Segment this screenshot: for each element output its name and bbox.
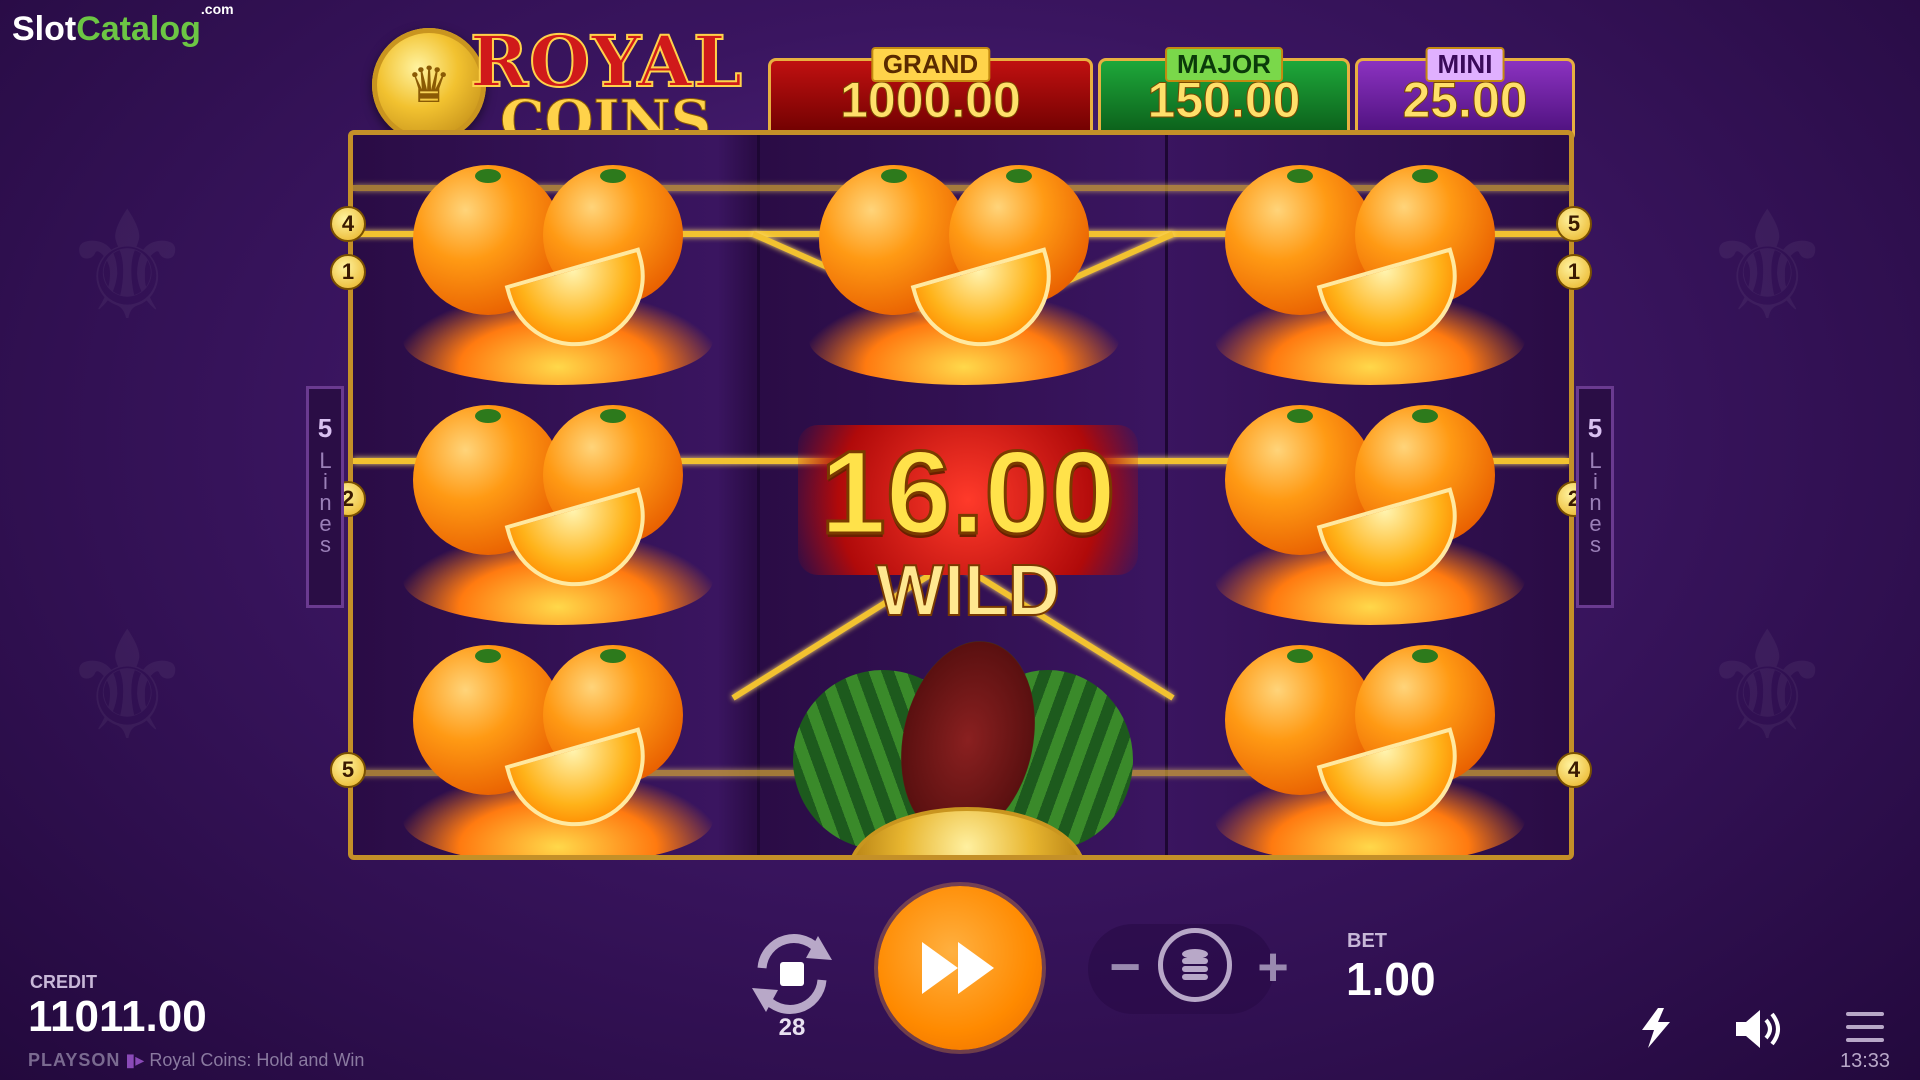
lightning-icon[interactable] — [1638, 1008, 1674, 1048]
provider-logo: PLAYSON — [28, 1050, 121, 1070]
orange-symbol — [1205, 635, 1535, 855]
orange-symbol — [393, 395, 723, 625]
jackpot-grand-label: GRAND — [870, 47, 991, 82]
fast-forward-icon — [922, 942, 994, 994]
speaker-icon[interactable] — [1734, 1008, 1788, 1050]
credit-value: 11011.00 — [28, 992, 207, 1041]
game-title: Royal Coins: Hold and Win — [149, 1050, 365, 1070]
autoplay-count: 28 — [778, 1014, 806, 1041]
jackpot-mini-label: MINI — [1425, 47, 1505, 82]
bet-control: − + — [1088, 924, 1289, 1014]
coin-stack-icon[interactable] — [1158, 928, 1232, 1002]
bet-label: BET — [1347, 930, 1387, 952]
footer-game-info: PLAYSON ▮▸ Royal Coins: Hold and Win — [28, 1050, 364, 1071]
reels-grid: 16.00 WILD — [348, 130, 1574, 860]
line-marker-right: 1 — [1556, 254, 1592, 290]
fleur-de-lis-decoration: ⚜ — [60, 180, 195, 354]
bet-value: 1.00 — [1346, 953, 1436, 1005]
crown-icon: ♛ — [372, 28, 486, 142]
line-marker-left: 5 — [330, 752, 366, 788]
fleur-de-lis-decoration: ⚜ — [1700, 180, 1835, 354]
wild-symbol: 16.00 WILD — [778, 405, 1158, 632]
autoplay-stop-icon — [752, 934, 832, 1014]
lines-count-tab-right: 5 Lines — [1576, 386, 1614, 608]
jackpot-major-label: MAJOR — [1165, 47, 1283, 82]
wild-label: WILD — [875, 550, 1061, 632]
line-marker-left: 1 — [330, 254, 366, 290]
autoplay-stop-button[interactable] — [740, 922, 844, 1026]
bet-decrease-button[interactable]: − — [1102, 940, 1148, 996]
hamburger-menu-icon[interactable] — [1846, 1012, 1884, 1042]
provider-mark-icon: ▮▸ — [125, 1050, 145, 1070]
reel-divider — [1165, 135, 1168, 855]
line-marker-left: 4 — [330, 206, 366, 242]
bet-increase-button[interactable]: + — [1250, 940, 1296, 996]
orange-symbol — [393, 635, 723, 855]
win-amount: 16.00 — [819, 426, 1117, 561]
orange-symbol — [1205, 155, 1535, 385]
line-marker-right: 4 — [1556, 752, 1592, 788]
fleur-de-lis-decoration: ⚜ — [60, 600, 195, 774]
credit-label: CREDIT — [30, 972, 97, 992]
spin-button[interactable] — [878, 886, 1042, 1050]
fleur-de-lis-decoration: ⚜ — [1700, 600, 1835, 774]
clock: 13:33 — [1840, 1050, 1891, 1072]
orange-symbol — [1205, 395, 1535, 625]
orange-symbol — [799, 155, 1129, 385]
reel-divider — [757, 135, 760, 855]
lines-count-tab-left: 5 Lines — [306, 386, 344, 608]
line-marker-right: 5 — [1556, 206, 1592, 242]
slotcatalog-watermark: SlotCatalog.com — [12, 0, 234, 48]
orange-symbol — [393, 155, 723, 385]
